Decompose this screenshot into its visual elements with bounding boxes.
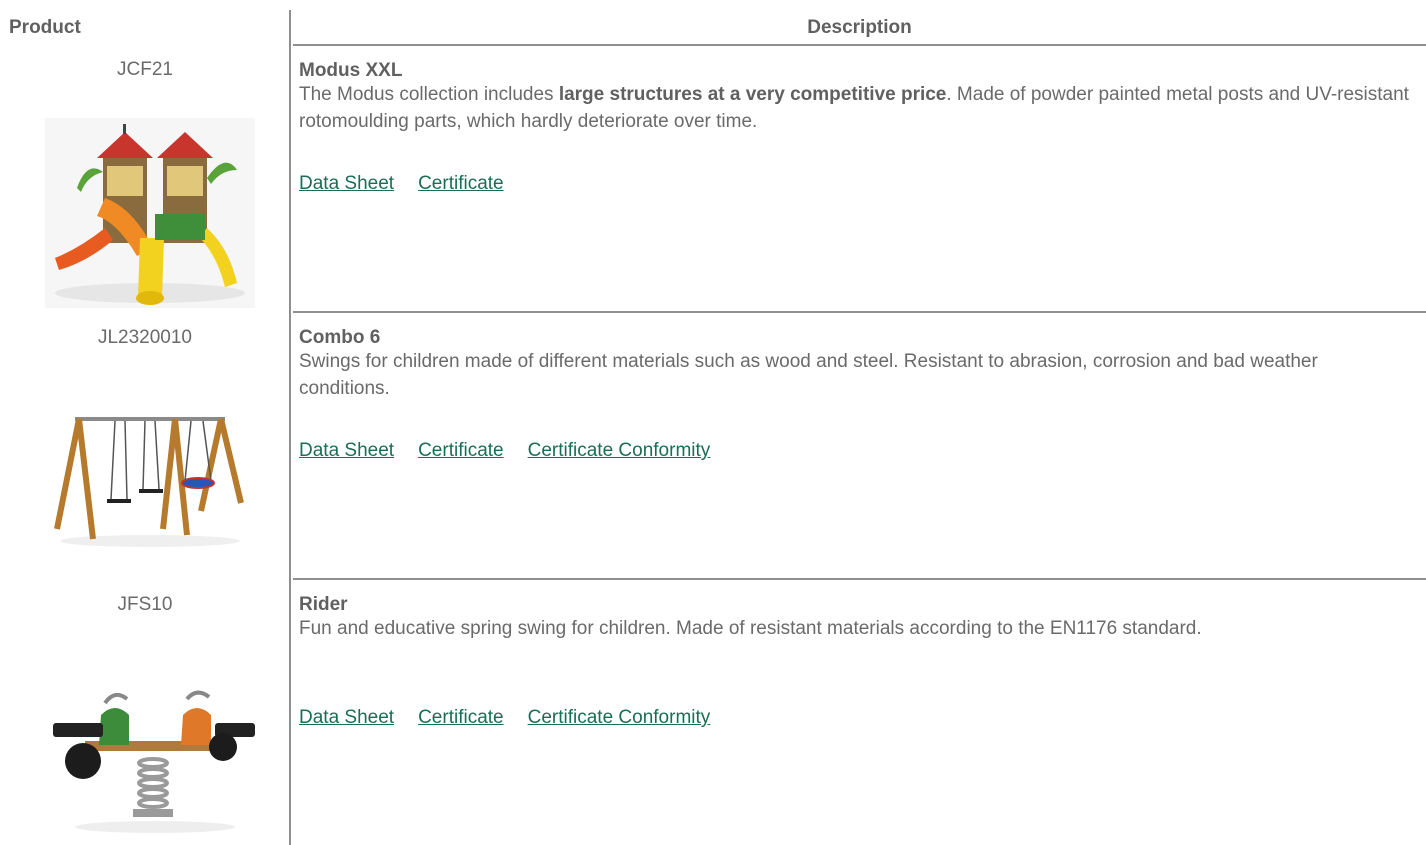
table-row: JL2320010 Combo 6 Swings for children ma… bbox=[0, 313, 1426, 578]
data-sheet-link[interactable]: Data Sheet bbox=[299, 440, 394, 461]
data-sheet-link[interactable]: Data Sheet bbox=[299, 173, 394, 194]
product-code: JFS10 bbox=[117, 594, 173, 615]
product-image-swing bbox=[45, 411, 255, 551]
column-header-product: Product bbox=[9, 17, 81, 38]
table-header: Product Description bbox=[0, 0, 1426, 46]
product-image-spring-rider bbox=[45, 685, 255, 835]
product-description: Swings for children made of different ma… bbox=[299, 351, 1318, 399]
product-title: Rider bbox=[299, 594, 348, 615]
table-row: JCF21 Modus XXL The Modus collection inc… bbox=[0, 46, 1426, 311]
product-image-playground bbox=[45, 118, 255, 308]
certificate-conformity-link[interactable]: Certificate Conformity bbox=[528, 707, 711, 728]
certificate-link[interactable]: Certificate bbox=[418, 440, 504, 461]
product-description: Fun and educative spring swing for child… bbox=[299, 618, 1202, 639]
table-row: JFS10 Rider Fun and educative spring swi… bbox=[0, 580, 1426, 845]
data-sheet-link[interactable]: Data Sheet bbox=[299, 707, 394, 728]
product-code: JCF21 bbox=[117, 59, 173, 80]
certificate-link[interactable]: Certificate bbox=[418, 707, 504, 728]
product-title: Modus XXL bbox=[299, 60, 403, 81]
certificate-link[interactable]: Certificate bbox=[418, 173, 504, 194]
product-links: Data Sheet Certificate Certificate Conform… bbox=[299, 440, 734, 462]
product-description: The Modus collection includes large stru… bbox=[299, 84, 1409, 132]
column-header-description: Description bbox=[807, 17, 912, 38]
certificate-conformity-link[interactable]: Certificate Conformity bbox=[528, 440, 711, 461]
product-title: Combo 6 bbox=[299, 327, 381, 348]
product-links: Data Sheet Certificate Certificate Conform… bbox=[299, 707, 734, 729]
product-code: JL2320010 bbox=[97, 327, 193, 348]
product-links: Data Sheet Certificate bbox=[299, 173, 528, 195]
